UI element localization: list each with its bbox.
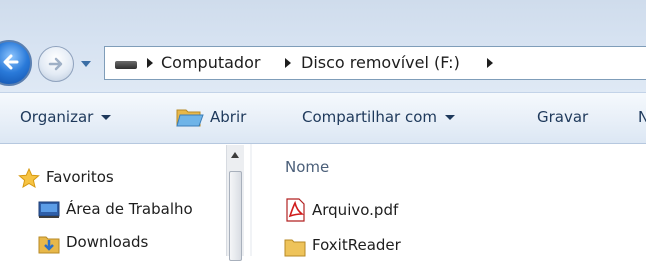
nav-item-label: Área de Trabalho: [66, 200, 193, 218]
scroll-up-button[interactable]: [227, 145, 244, 165]
file-name: FoxitReader: [312, 236, 401, 254]
pdf-file-icon: [286, 198, 305, 222]
nav-item-label: Downloads: [66, 233, 149, 251]
organize-button[interactable]: Organizar: [20, 108, 112, 126]
recent-pages-dropdown-icon[interactable]: [80, 58, 92, 70]
share-label: Compartilhar com: [302, 108, 438, 126]
share-with-button[interactable]: Compartilhar com: [302, 108, 456, 126]
arrow-left-icon: [3, 54, 19, 70]
nav-item-label: Favoritos: [46, 168, 114, 186]
overflow-label: N: [638, 108, 646, 126]
arrow-right-icon: [48, 57, 63, 71]
drive-icon: [115, 61, 137, 69]
overflow-button[interactable]: N: [638, 108, 646, 126]
breadcrumb-computer[interactable]: Computador: [161, 53, 260, 72]
open-label: Abrir: [210, 108, 247, 126]
star-icon: [18, 168, 40, 188]
pane-divider[interactable]: [250, 144, 252, 256]
scroll-thumb[interactable]: [229, 171, 242, 261]
nav-pane-scrollbar[interactable]: [226, 145, 244, 261]
folder-icon: [284, 239, 306, 257]
navigation-bar: Computador Disco removível (F:): [0, 0, 646, 92]
caret-down-icon: [101, 115, 112, 120]
downloads-folder-icon: [38, 236, 60, 254]
chevron-right-icon[interactable]: [487, 58, 493, 68]
desktop-icon: [38, 201, 60, 218]
column-header-name[interactable]: Nome: [285, 158, 329, 176]
forward-button[interactable]: [38, 46, 74, 82]
command-bar: Organizar Abrir Compartilhar com Gravar …: [0, 92, 646, 144]
open-button[interactable]: Abrir: [210, 108, 246, 126]
chevron-right-icon[interactable]: [285, 58, 291, 68]
caret-down-icon: [445, 115, 456, 120]
organize-label: Organizar: [20, 108, 94, 126]
breadcrumb-removable-disk[interactable]: Disco removível (F:): [301, 53, 460, 72]
chevron-right-icon[interactable]: [147, 58, 153, 68]
burn-button[interactable]: Gravar: [537, 108, 588, 126]
navigation-pane: Favoritos Área de Trabalho Downloads: [0, 144, 250, 256]
file-name: Arquivo.pdf: [312, 201, 399, 219]
address-bar[interactable]: Computador Disco removível (F:): [104, 46, 646, 80]
open-folder-icon: [176, 109, 204, 127]
back-button[interactable]: [0, 40, 32, 86]
burn-label: Gravar: [537, 108, 589, 126]
